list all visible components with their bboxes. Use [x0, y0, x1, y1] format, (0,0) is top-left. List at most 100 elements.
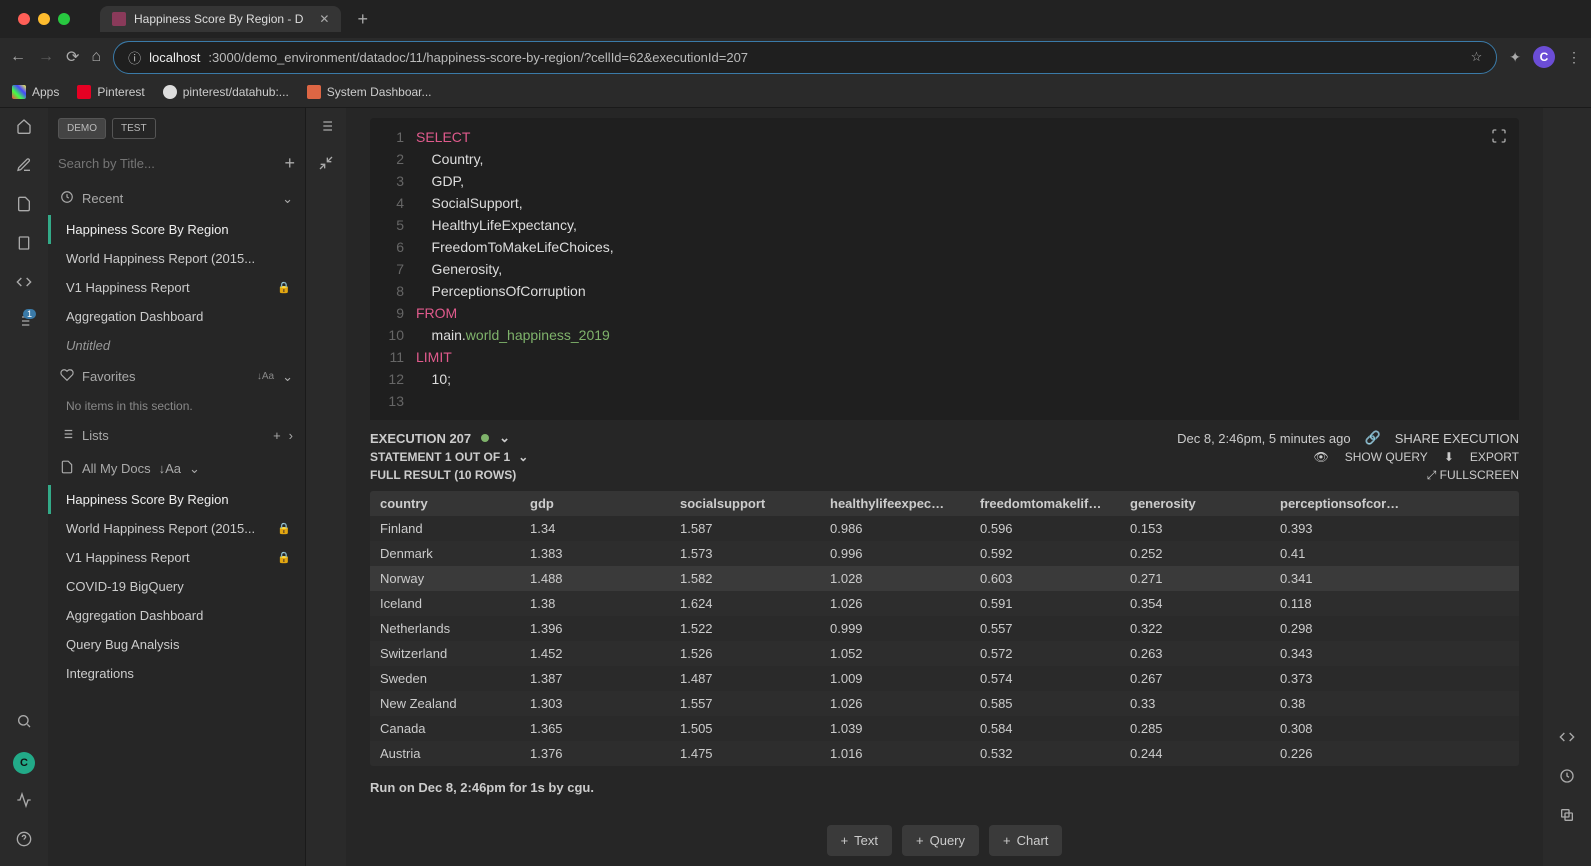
add-doc-button[interactable]: + [284, 153, 295, 174]
eye-icon: 👁 [1313, 450, 1328, 464]
column-header[interactable]: gdp [520, 491, 670, 516]
content-bar [306, 108, 346, 866]
env-tabs: DEMO TEST [48, 108, 305, 145]
browser-menu-icon[interactable]: ⋮ [1567, 49, 1581, 66]
new-tab-button[interactable]: + [357, 9, 368, 30]
window-maximize-icon[interactable] [58, 13, 70, 25]
forward-icon[interactable]: → [38, 48, 54, 66]
table-row[interactable]: Denmark1.3831.5730.9960.5920.2520.41 [370, 541, 1519, 566]
bookmark-pinterest[interactable]: Pinterest [77, 85, 144, 99]
bookmark-github[interactable]: pinterest/datahub:... [163, 85, 289, 99]
table-row[interactable]: Sweden1.3871.4871.0090.5740.2670.373 [370, 666, 1519, 691]
section-recent[interactable]: Recent ⌄ [48, 182, 305, 215]
table-row[interactable]: Switzerland1.4521.5261.0520.5720.2630.34… [370, 641, 1519, 666]
column-header[interactable]: country [370, 491, 520, 516]
sidebar-item[interactable]: Integrations [48, 659, 305, 688]
tab-close-icon[interactable]: ✕ [319, 12, 329, 26]
link-icon[interactable]: 🔗 [1365, 430, 1381, 446]
clock-icon [60, 190, 74, 207]
execution-dropdown-icon[interactable]: ⌄ [499, 430, 510, 446]
bookmark-apps[interactable]: Apps [12, 85, 59, 99]
sidebar-item[interactable]: Happiness Score By Region [48, 485, 305, 514]
copy-icon[interactable] [1559, 807, 1575, 828]
chevron-right-icon: › [289, 428, 293, 443]
outline-icon[interactable] [318, 118, 334, 139]
sidebar-item[interactable]: V1 Happiness Report🔒 [48, 273, 305, 302]
sidebar-item[interactable]: Happiness Score By Region [48, 215, 305, 244]
back-icon[interactable]: ← [10, 48, 26, 66]
bookmark-star-icon[interactable]: ☆ [1471, 49, 1483, 65]
column-header[interactable]: generosity [1120, 491, 1270, 516]
fullscreen-button[interactable]: ⤢ FULLSCREEN [1427, 468, 1519, 483]
add-text-button[interactable]: + Text [827, 825, 892, 856]
code-icon[interactable] [1559, 729, 1575, 750]
sort-indicator[interactable]: ↓Aa [159, 461, 181, 476]
search-icon[interactable] [16, 713, 32, 734]
table-row[interactable]: Austria1.3761.4751.0160.5320.2440.226 [370, 741, 1519, 766]
sidebar-item[interactable]: Untitled [48, 331, 305, 360]
env-tab-demo[interactable]: DEMO [58, 118, 106, 139]
sql-editor[interactable]: 1 2 3 4 5 6 7 8 9 10 11 12 13 SELECT Cou… [370, 118, 1519, 420]
export-button[interactable]: EXPORT [1470, 450, 1519, 464]
favicon-icon [112, 12, 126, 26]
add-list-button[interactable]: + [273, 428, 281, 443]
add-query-button[interactable]: + Query [902, 825, 979, 856]
help-icon[interactable] [16, 831, 32, 852]
history-icon[interactable] [1559, 768, 1575, 789]
env-tab-test[interactable]: TEST [112, 118, 156, 139]
table-row[interactable]: Norway1.4881.5821.0280.6030.2710.341 [370, 566, 1519, 591]
table-row[interactable]: Netherlands1.3961.5220.9990.5570.3220.29… [370, 616, 1519, 641]
search-input[interactable] [58, 156, 276, 171]
table-row[interactable]: New Zealand1.3031.5571.0260.5850.330.38 [370, 691, 1519, 716]
sidebar-item[interactable]: V1 Happiness Report🔒 [48, 543, 305, 572]
column-header[interactable]: healthylifeexpec… [820, 491, 970, 516]
column-header[interactable]: perceptionsofcor… [1270, 491, 1410, 516]
expand-icon[interactable] [1491, 128, 1507, 147]
add-chart-button[interactable]: + Chart [989, 825, 1062, 856]
home-icon[interactable] [16, 118, 32, 139]
window-minimize-icon[interactable] [38, 13, 50, 25]
table-row[interactable]: Canada1.3651.5051.0390.5840.2850.308 [370, 716, 1519, 741]
bookmark-dashboard[interactable]: System Dashboar... [307, 85, 432, 99]
statement-dropdown-icon[interactable]: ⌄ [518, 450, 528, 464]
user-avatar[interactable]: C [13, 752, 35, 774]
share-execution-button[interactable]: SHARE EXECUTION [1395, 431, 1519, 446]
address-bar: ← → ⟳ ⌂ ⓘ localhost:3000/demo_environmen… [0, 38, 1591, 76]
sort-indicator[interactable]: ↓Aa [257, 371, 274, 382]
table-row[interactable]: Finland1.341.5870.9860.5960.1530.393 [370, 516, 1519, 541]
extensions-icon[interactable]: ✦ [1509, 49, 1521, 66]
browser-tab[interactable]: Happiness Score By Region - D ✕ [100, 6, 341, 32]
sidebar-item[interactable]: Aggregation Dashboard [48, 302, 305, 331]
sidebar-item[interactable]: Query Bug Analysis [48, 630, 305, 659]
section-all-docs[interactable]: All My Docs ↓Aa ⌄ [48, 452, 305, 485]
code-icon[interactable] [16, 274, 32, 295]
edit-icon[interactable] [16, 157, 32, 178]
sidebar-item[interactable]: COVID-19 BigQuery [48, 572, 305, 601]
sidebar-item[interactable]: World Happiness Report (2015... [48, 244, 305, 273]
reload-icon[interactable]: ⟳ [66, 47, 79, 67]
column-header[interactable]: socialsupport [670, 491, 820, 516]
chevron-down-icon: ⌄ [282, 191, 293, 207]
home-icon[interactable]: ⌂ [91, 48, 101, 66]
show-query-button[interactable]: SHOW QUERY [1345, 450, 1428, 464]
lock-icon: 🔒 [277, 522, 291, 535]
browser-chrome: Happiness Score By Region - D ✕ + ← → ⟳ … [0, 0, 1591, 108]
code-body[interactable]: SELECT Country, GDP, SocialSupport, Heal… [416, 126, 1519, 412]
file-icon[interactable] [16, 196, 32, 217]
collapse-icon[interactable] [318, 155, 334, 176]
table-row[interactable]: Iceland1.381.6241.0260.5910.3540.118 [370, 591, 1519, 616]
tasks-icon[interactable]: 1 [16, 313, 32, 334]
window-close-icon[interactable] [18, 13, 30, 25]
browser-profile-avatar[interactable]: C [1533, 46, 1555, 68]
url-input[interactable]: ⓘ localhost:3000/demo_environment/datado… [113, 41, 1497, 74]
sidebar-item[interactable]: World Happiness Report (2015...🔒 [48, 514, 305, 543]
dashboard-icon [307, 85, 321, 99]
sidebar-item[interactable]: Aggregation Dashboard [48, 601, 305, 630]
activity-icon[interactable] [16, 792, 32, 813]
table-header: countrygdpsocialsupporthealthylifeexpec…… [370, 491, 1519, 516]
search-row: + [48, 145, 305, 182]
section-favorites[interactable]: Favorites ↓Aa ⌄ [48, 360, 305, 393]
column-header[interactable]: freedomtomakelif… [970, 491, 1120, 516]
section-lists[interactable]: Lists + › [48, 419, 305, 452]
book-icon[interactable] [16, 235, 32, 256]
